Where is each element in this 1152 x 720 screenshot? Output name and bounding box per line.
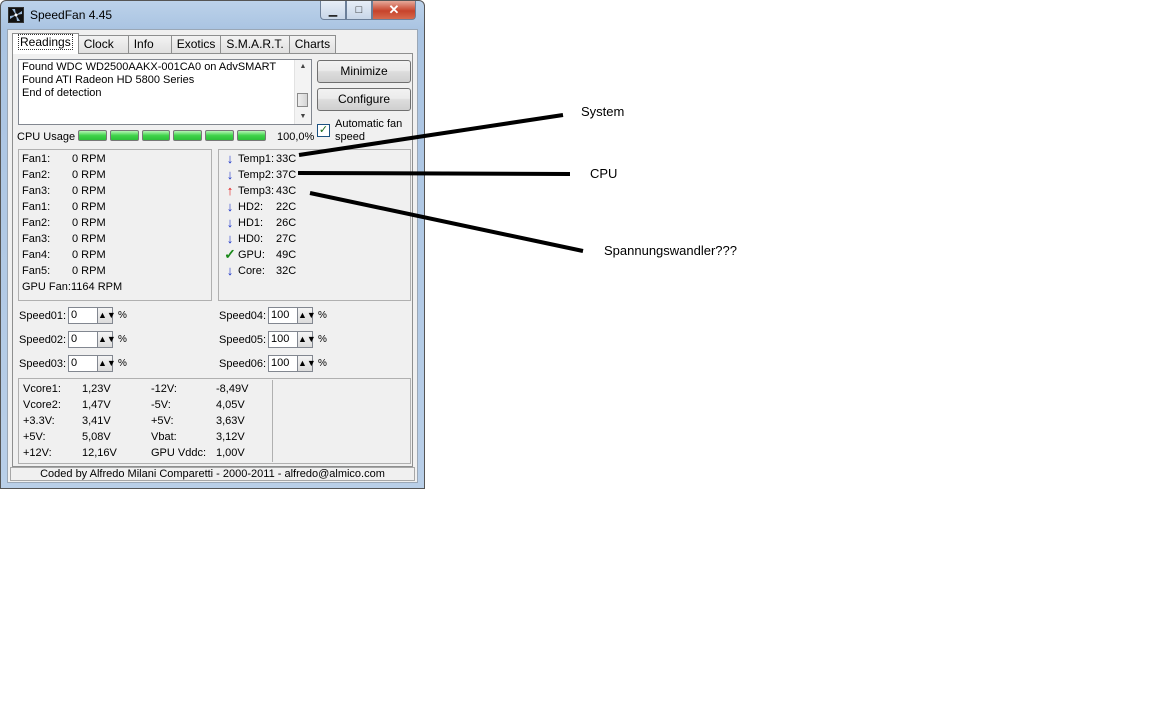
annotation-vrm: Spannungswandler??? xyxy=(604,243,737,258)
annotation-lines xyxy=(297,113,584,253)
annotation-cpu: CPU xyxy=(590,166,618,181)
annotation-line-system xyxy=(298,113,564,157)
tab-readings[interactable]: Readings xyxy=(12,33,79,54)
annotation-line-vrm xyxy=(309,191,584,253)
annotation-system: System xyxy=(581,104,625,119)
annotation-line-cpu xyxy=(297,171,571,176)
tab-label: Readings xyxy=(18,34,73,50)
